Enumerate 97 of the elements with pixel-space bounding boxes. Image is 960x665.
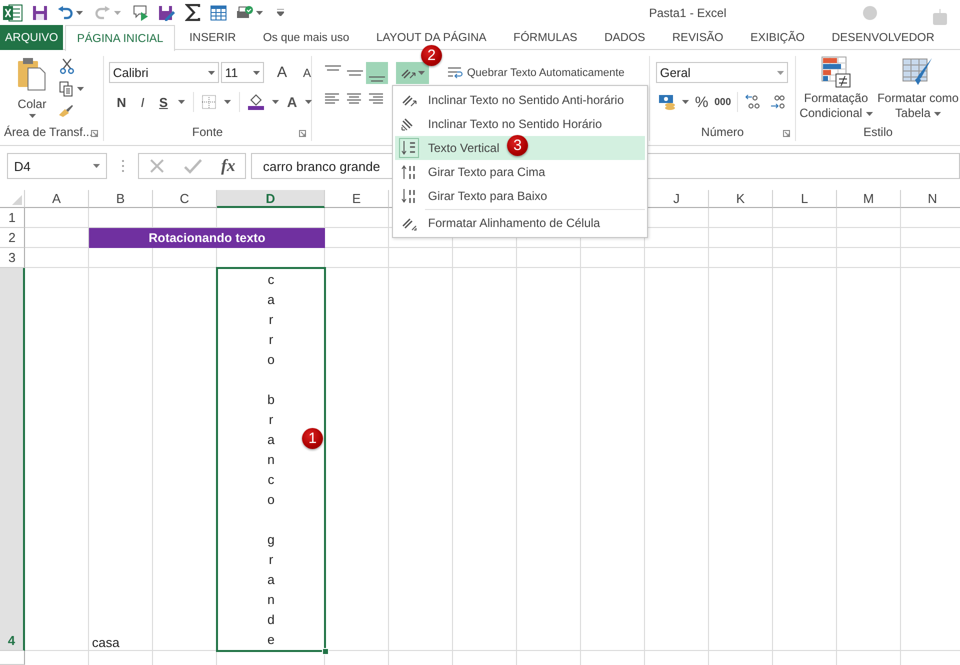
underline-button[interactable]: S: [157, 94, 170, 110]
font-name-field[interactable]: Calibri: [109, 62, 219, 83]
ribbon-tab[interactable]: DADOS: [591, 25, 658, 50]
ribbon-tab[interactable]: PÁGINA INICIAL: [65, 25, 176, 51]
group-label: Fonte: [192, 125, 223, 139]
column-header[interactable]: B: [89, 190, 153, 208]
conditional-format-icon: [820, 56, 852, 88]
caret-icon[interactable]: [305, 100, 312, 104]
caret-icon[interactable]: [208, 70, 215, 74]
ribbon-tab[interactable]: REVISÃO: [659, 25, 736, 50]
align-bottom-icon[interactable]: [366, 62, 388, 84]
menu-item[interactable]: Formatar Alinhamento de Célula: [395, 211, 645, 235]
row-header[interactable]: 1: [0, 208, 25, 228]
caret-icon[interactable]: [76, 11, 83, 16]
number-format-field[interactable]: Geral: [656, 62, 788, 83]
step-badge: 2: [421, 45, 442, 66]
percent-button[interactable]: %: [695, 94, 708, 110]
menu-item[interactable]: Inclinar Texto no Sentido Anti-horário: [395, 88, 645, 112]
caret-icon[interactable]: [777, 70, 784, 74]
wrap-lines-icon: [447, 66, 463, 80]
ribbon-tab[interactable]: FÓRMULAS: [500, 25, 590, 50]
caret-icon[interactable]: [866, 112, 873, 116]
wrap-text-button[interactable]: Quebrar Texto Automaticamente: [447, 66, 625, 80]
insert-function-button[interactable]: fx: [221, 156, 236, 176]
column-header[interactable]: A: [25, 190, 89, 208]
group-label: Estilo: [863, 125, 893, 139]
column-header[interactable]: C: [153, 190, 217, 208]
column-header[interactable]: E: [325, 190, 389, 208]
font-size-field[interactable]: 11: [221, 62, 264, 83]
fill-bucket-icon[interactable]: [248, 94, 264, 110]
menu-item[interactable]: Inclinar Texto no Sentido Horário: [395, 112, 645, 136]
caret-icon[interactable]: [682, 100, 689, 104]
thousands-button[interactable]: 000: [714, 96, 732, 108]
column-header[interactable]: M: [837, 190, 901, 208]
column-header[interactable]: J: [645, 190, 709, 208]
group-label: Número: [701, 125, 744, 139]
row-header[interactable]: 4: [0, 268, 25, 651]
grip-dots-icon: [121, 159, 125, 173]
ribbon-tab[interactable]: INSERIR: [176, 25, 249, 50]
group-label: Área de Transf...: [4, 125, 93, 139]
dialog-launcher-icon[interactable]: [299, 130, 306, 137]
speech-play-icon[interactable]: [133, 4, 149, 20]
column-header[interactable]: D: [217, 190, 325, 208]
caret-icon[interactable]: [93, 164, 100, 168]
orientation-button[interactable]: [396, 62, 429, 84]
row-header[interactable]: 2: [0, 228, 25, 248]
shrink-font-button[interactable]: A: [296, 66, 318, 80]
sum-icon[interactable]: [185, 4, 201, 21]
paintbrush-icon[interactable]: [58, 104, 74, 118]
form-edit-icon[interactable]: [158, 4, 176, 20]
column-header[interactable]: L: [773, 190, 837, 208]
name-box[interactable]: D4: [7, 153, 107, 179]
grow-font-button[interactable]: A: [270, 64, 294, 81]
caret-icon[interactable]: [28, 114, 36, 118]
dialog-launcher-icon[interactable]: [91, 130, 98, 137]
scissors-icon[interactable]: [60, 58, 74, 74]
down-arrow-lines-icon: [400, 139, 418, 157]
caret-icon[interactable]: [77, 87, 84, 91]
font-color-button[interactable]: A: [287, 94, 298, 110]
undo-icon[interactable]: [57, 6, 73, 20]
decrease-decimal-icon[interactable]: [768, 94, 786, 110]
caret-icon[interactable]: [224, 100, 231, 104]
column-header[interactable]: K: [709, 190, 773, 208]
title-cell: Rotacionando texto: [89, 228, 325, 248]
conditional-formatting-button[interactable]: Formatação Condicional: [799, 56, 873, 121]
window-title: Pasta1 - Excel: [649, 6, 726, 20]
paste-button[interactable]: Colar: [12, 57, 52, 118]
file-tab[interactable]: ARQUIVO: [0, 25, 64, 50]
down-arrow-lines-icon: [400, 187, 418, 205]
caret-icon[interactable]: [272, 100, 279, 104]
printer-check-icon[interactable]: [236, 4, 253, 20]
customize-icon[interactable]: [277, 9, 284, 16]
increase-decimal-icon[interactable]: [744, 94, 762, 110]
cell-text: casa: [92, 635, 120, 650]
format-as-table-button[interactable]: Formatar como Tabela: [876, 56, 960, 121]
spreadsheet-logo-icon: [3, 4, 23, 22]
check-icon[interactable]: [184, 158, 202, 174]
clipboard-icon: [17, 57, 47, 91]
save-icon[interactable]: [32, 4, 48, 20]
caret-icon[interactable]: [253, 70, 260, 74]
caret-icon[interactable]: [418, 71, 425, 75]
money-icon[interactable]: [658, 94, 676, 110]
bold-button[interactable]: N: [115, 94, 128, 110]
up-arrow-lines-icon: [400, 163, 418, 181]
menu-item[interactable]: Girar Texto para Baixo: [395, 184, 645, 208]
caret-icon[interactable]: [178, 100, 185, 104]
menu-item[interactable]: Girar Texto para Cima: [395, 160, 645, 184]
caret-icon[interactable]: [256, 11, 263, 16]
ribbon-tab[interactable]: EXIBIÇÃO: [737, 25, 818, 50]
borders-icon[interactable]: [202, 95, 216, 109]
ribbon-tab[interactable]: Os que mais uso: [250, 25, 362, 50]
dialog-launcher-icon[interactable]: [783, 130, 790, 137]
italic-button[interactable]: I: [136, 94, 149, 110]
table-icon[interactable]: [210, 4, 227, 20]
copy-icon[interactable]: [59, 81, 73, 97]
ribbon-tab[interactable]: DESENVOLVEDOR: [818, 25, 948, 50]
caret-icon[interactable]: [934, 112, 941, 116]
